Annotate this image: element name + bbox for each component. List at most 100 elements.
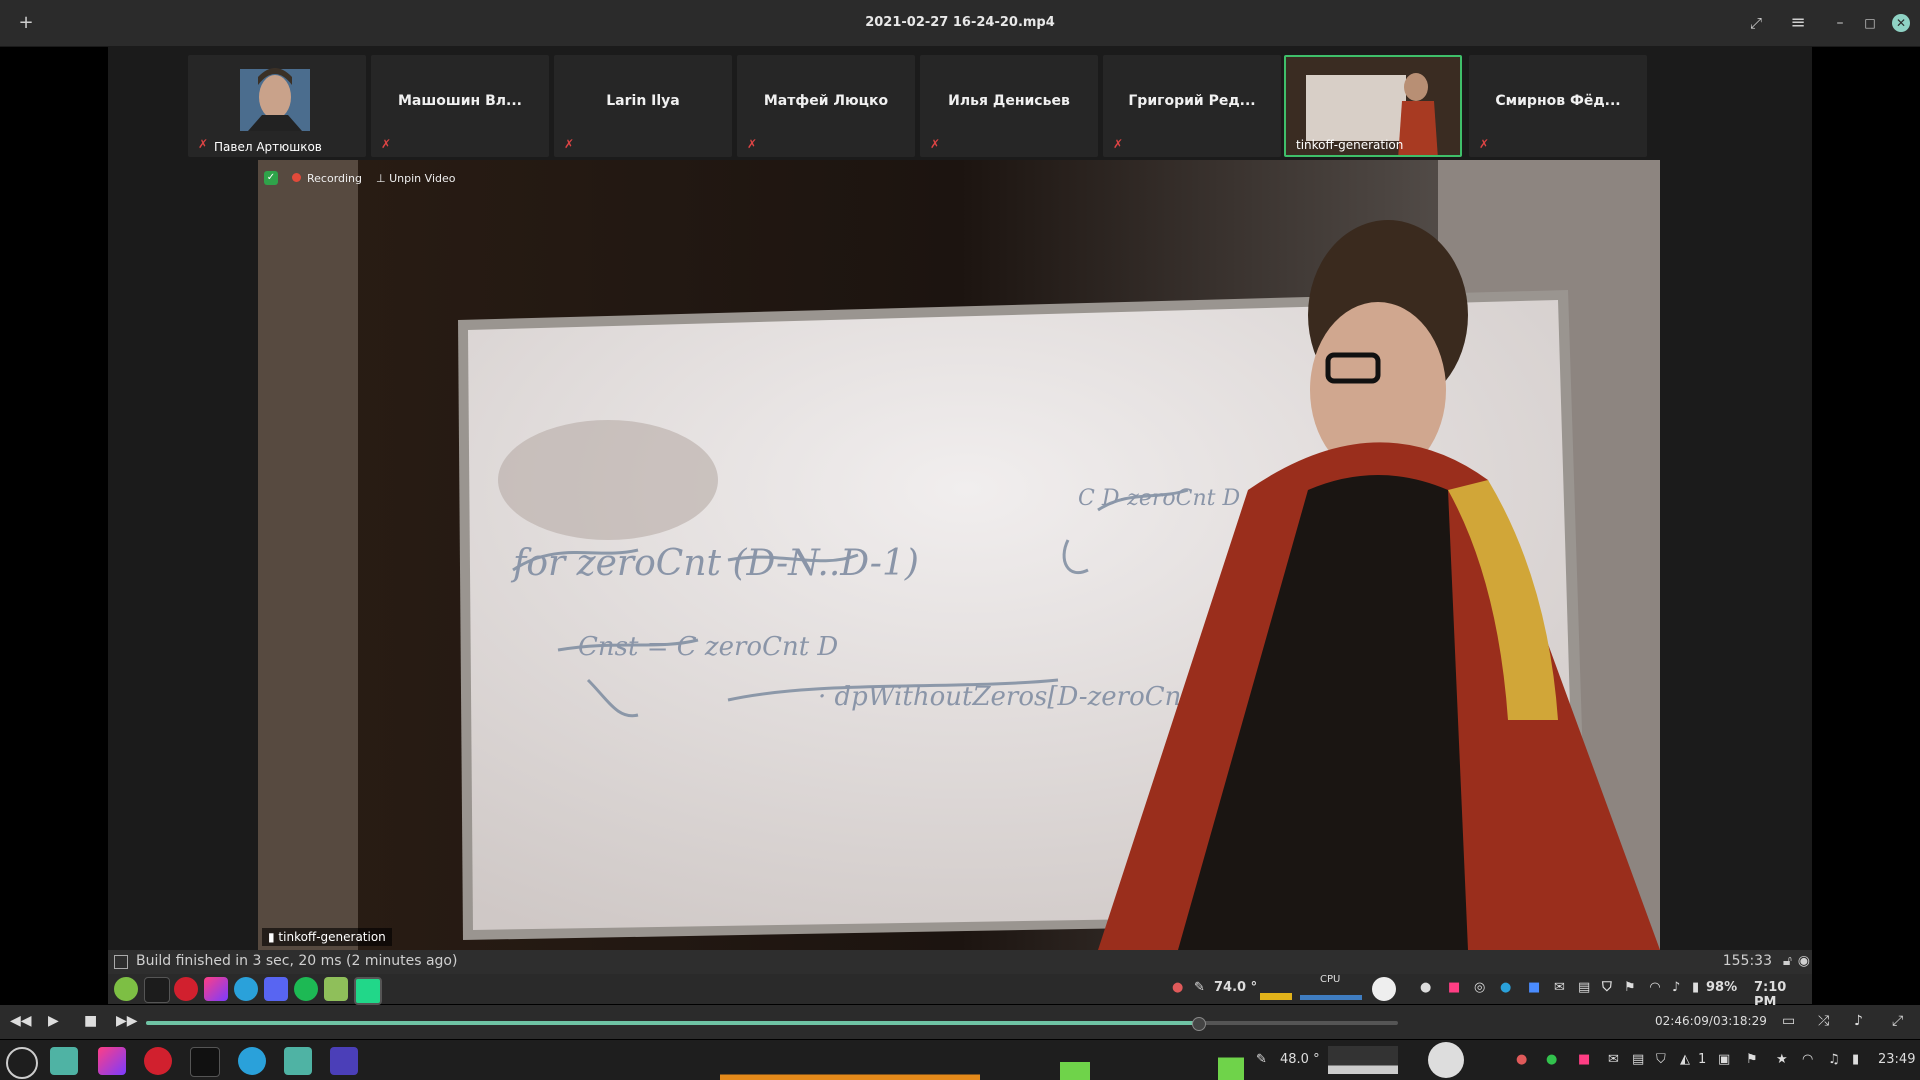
mic-muted-icon: ✗ <box>564 137 575 151</box>
wifi-icon[interactable]: ◠ <box>1650 980 1660 995</box>
location-icon[interactable]: ● <box>1516 1052 1527 1067</box>
clipboard-icon[interactable]: ▤ <box>1578 980 1590 995</box>
thermometer-icon: ✎ <box>1256 1052 1267 1067</box>
temp-readout: 48.0 ° <box>1280 1052 1320 1067</box>
opera-icon[interactable] <box>144 1047 172 1075</box>
workspace-icon[interactable]: ▣ <box>1718 1052 1730 1067</box>
participant-tile[interactable]: Илья Денисьев ✗ <box>920 55 1098 157</box>
inner-desktop-panel: ● ✎ 74.0 ° CPU ● ■ ◎ ● ■ ✉ ▤ ⛉ ⚑ ◠ ♪ ▮ 9… <box>108 974 1812 1010</box>
jetbrains-toolbox-icon[interactable] <box>98 1047 126 1075</box>
flag-icon[interactable]: ⚑ <box>1746 1052 1758 1067</box>
participant-tile[interactable]: Матфей Люцко ✗ <box>737 55 915 157</box>
participant-tile[interactable]: Смирнов Фёд... ✗ <box>1469 55 1647 157</box>
shield-tray-icon[interactable]: ⛉ <box>1602 980 1612 995</box>
unpin-video-button[interactable]: ⊥ Unpin Video <box>376 172 455 185</box>
battery-icon[interactable]: ▮ <box>1852 1052 1859 1067</box>
fullscreen-icon[interactable]: ⤢ <box>1746 13 1766 33</box>
star-icon[interactable]: ★ <box>1776 1052 1788 1067</box>
lock-icon[interactable]: 🔓︎ <box>1783 953 1792 969</box>
participant-tile-active[interactable]: tinkoff-generation <box>1284 55 1462 157</box>
mic-muted-icon: ✗ <box>1479 137 1490 151</box>
pin-icon: ⊥ <box>376 171 390 185</box>
telegram-icon[interactable] <box>234 977 258 1001</box>
flag-icon[interactable]: ⚑ <box>1624 980 1636 995</box>
cpu-graph <box>1300 988 1362 1000</box>
battery-icon[interactable]: ▮ <box>1692 980 1699 995</box>
whiteboard-line: Cnst = C zeroCnt D <box>578 632 838 662</box>
time-readout: 02:46:09/03:18:29 <box>1655 1014 1767 1028</box>
window-title: 2021-02-27 16-24-20.mp4 <box>865 15 1055 30</box>
notification-icon[interactable]: ◭ <box>1680 1052 1690 1067</box>
seek-handle[interactable] <box>1191 1017 1206 1031</box>
jetbrains-tray-icon[interactable]: ■ <box>1578 1052 1590 1067</box>
vpn-icon[interactable]: ● <box>1546 1052 1557 1067</box>
terminal-icon[interactable] <box>190 1047 220 1077</box>
clipboard-icon[interactable]: ▤ <box>1632 1052 1644 1067</box>
close-icon[interactable]: ✕ <box>1892 14 1910 32</box>
stop-icon[interactable]: ■ <box>84 1013 97 1029</box>
mic-muted-icon: ✗ <box>930 137 941 151</box>
music-icon[interactable]: ♫ <box>1828 1052 1840 1067</box>
mail-icon[interactable]: ✉ <box>1608 1052 1619 1067</box>
location-icon[interactable]: ● <box>1172 980 1183 995</box>
fullscreen-toggle-icon[interactable]: ⤢ <box>1892 1013 1903 1029</box>
wifi-icon[interactable]: ◠ <box>1802 1052 1813 1067</box>
vpn-icon[interactable]: ● <box>1420 980 1431 995</box>
telegram-tray-icon[interactable]: ● <box>1500 980 1511 995</box>
jetbrains-toolbox-icon[interactable] <box>204 977 228 1001</box>
spotify-icon[interactable] <box>294 977 318 1001</box>
participant-tile[interactable]: Григорий Ред... ✗ <box>1103 55 1281 157</box>
maximize-icon[interactable]: □ <box>1860 13 1880 33</box>
temp-readout: 74.0 ° <box>1214 980 1258 995</box>
build-status[interactable]: Build finished in 3 sec, 20 ms (2 minute… <box>136 953 457 969</box>
shield-tray-icon[interactable]: ⛉ <box>1656 1052 1666 1067</box>
thermometer-icon: ✎ <box>1194 980 1205 995</box>
telegram-icon[interactable] <box>238 1047 266 1075</box>
mail-icon[interactable]: ✉ <box>1554 980 1565 995</box>
battery-percent[interactable]: 98% <box>1706 980 1737 995</box>
hamburger-menu-icon[interactable]: ≡ <box>1788 13 1808 33</box>
opera-icon[interactable] <box>174 977 198 1001</box>
network-graph <box>720 1064 980 1080</box>
jetbrains-tray-icon[interactable]: ■ <box>1448 980 1460 995</box>
taskbar-clock[interactable]: 23:49 <box>1878 1052 1915 1067</box>
files-icon[interactable] <box>284 1047 312 1075</box>
system-taskbar: ✎ 48.0 ° ● ● ■ ✉ ▤ ⛉ ◭ 1 ▣ ⚑ ★ ◠ ♫ ▮ 23:… <box>0 1040 1920 1080</box>
rewind-icon[interactable]: ◀◀ <box>10 1013 32 1029</box>
load-graph <box>1060 1050 1090 1080</box>
participant-tile[interactable]: ✗ Павел Артюшков <box>188 55 366 157</box>
sync-icon[interactable]: ◎ <box>1474 980 1485 995</box>
disk-pie-icon <box>1428 1042 1464 1078</box>
speaker-name-tag: ▮ tinkoff-generation <box>262 928 392 946</box>
volume-icon[interactable]: ♪ <box>1672 980 1680 995</box>
media-player-icon[interactable] <box>330 1047 358 1075</box>
cpu-label: CPU <box>1320 974 1341 985</box>
pinned-video[interactable]: for zeroCnt (D-N..D-1) Cnst = C zeroCnt … <box>258 160 1660 950</box>
zoom-tray-icon[interactable]: ■ <box>1528 980 1540 995</box>
participant-name: Григорий Ред... <box>1128 93 1256 109</box>
clion-icon[interactable] <box>354 977 382 1005</box>
signal-icon: ▮ <box>268 930 279 944</box>
fast-forward-icon[interactable]: ▶▶ <box>116 1013 138 1029</box>
player-title-bar: + 2021-02-27 16-24-20.mp4 ⤢ ≡ – □ ✕ <box>0 0 1920 47</box>
shuffle-icon[interactable]: ⤮ <box>1818 1013 1829 1029</box>
inspector-icon[interactable]: ◉ <box>1798 953 1810 969</box>
participant-tile[interactable]: Larin Ilya ✗ <box>554 55 732 157</box>
layout-icon[interactable] <box>114 955 128 969</box>
terminal-icon[interactable] <box>144 977 170 1003</box>
mint-menu-icon[interactable] <box>6 1047 38 1079</box>
pie-icon <box>1372 977 1396 1001</box>
mint-menu-icon[interactable] <box>114 977 138 1001</box>
volume-icon[interactable]: ♪ <box>1854 1013 1863 1029</box>
discord-icon[interactable] <box>264 977 288 1001</box>
subtitles-icon[interactable]: ▭ <box>1782 1013 1795 1029</box>
participant-tile[interactable]: Машошин Вл... ✗ <box>371 55 549 157</box>
seek-bar[interactable] <box>146 1017 1398 1031</box>
caret-position[interactable]: 155:33 <box>1723 953 1772 969</box>
video-scene: for zeroCnt (D-N..D-1) Cnst = C zeroCnt … <box>258 160 1660 950</box>
minimize-icon[interactable]: – <box>1830 13 1850 33</box>
files-icon[interactable] <box>50 1047 78 1075</box>
play-icon[interactable]: ▶ <box>48 1013 59 1029</box>
notification-count[interactable]: 1 <box>1698 1052 1706 1067</box>
files-icon[interactable] <box>324 977 348 1001</box>
